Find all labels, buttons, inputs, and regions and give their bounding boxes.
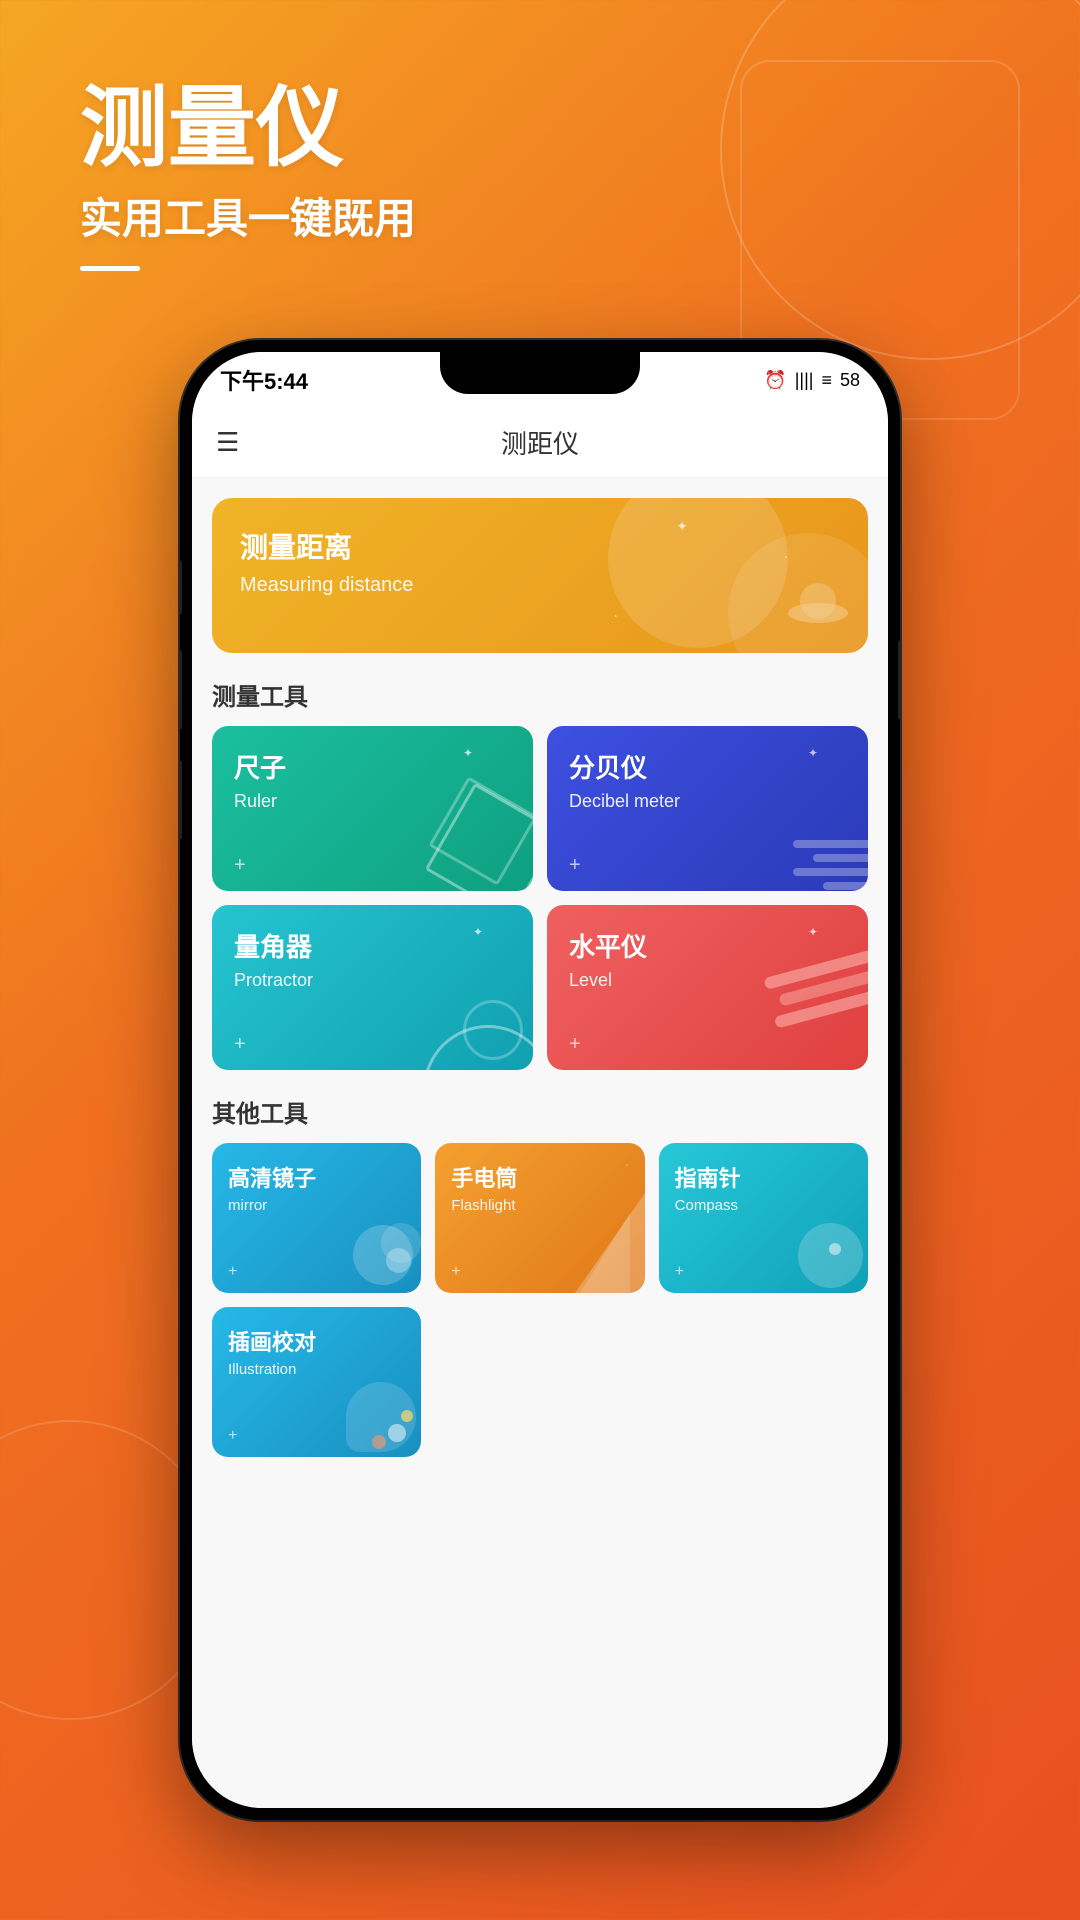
compass-plus: +: [675, 1263, 684, 1281]
empty-slot-1: [435, 1307, 644, 1457]
mirror-sub: mirror: [228, 1197, 405, 1214]
status-time: 下午5:44: [220, 364, 308, 396]
compass-card[interactable]: 指南针 Compass +: [659, 1143, 868, 1293]
protractor-star: ✦: [473, 925, 483, 939]
level-card[interactable]: 水平仪 Level + ✦: [547, 905, 868, 1070]
protractor-plus: +: [234, 1033, 246, 1056]
alarm-icon: ⏰: [764, 370, 786, 391]
status-icons: ⏰ |||| ≡ 58: [764, 370, 860, 391]
app-content: ✦ · · 测量距离 Measuring distance 测量工具 尺子 Ru…: [192, 478, 888, 1808]
app-title: 测距仪: [501, 424, 579, 461]
protractor-card[interactable]: 量角器 Protractor + ✦: [212, 905, 533, 1070]
compass-dot: [829, 1243, 841, 1255]
notch: [440, 352, 640, 394]
signal-icon: ||||: [795, 370, 814, 391]
mirror-card[interactable]: 高清镜子 mirror +: [212, 1143, 421, 1293]
mirror-title: 高清镜子: [228, 1161, 405, 1193]
protractor-circle: [463, 1000, 523, 1060]
wifi-icon: ≡: [821, 370, 832, 391]
empty-slot-2: [659, 1307, 868, 1457]
section-other-tools: 其他工具: [212, 1094, 868, 1129]
menu-icon[interactable]: ☰: [216, 427, 239, 458]
banner-star1: ✦: [676, 518, 688, 535]
level-icon: [749, 905, 868, 1070]
banner-card[interactable]: ✦ · · 测量距离 Measuring distance: [212, 498, 868, 653]
flashlight-icon2: [580, 1213, 630, 1293]
battery-icon: 58: [840, 370, 860, 391]
header-subtitle: 实用工具一键既用: [80, 185, 416, 246]
ruler-card[interactable]: 尺子 Ruler + ✦: [212, 726, 533, 891]
protractor-title: 量角器: [234, 927, 511, 964]
mirror-plus: +: [228, 1263, 237, 1281]
other-tools-grid-row2: 插画校对 Illustration +: [212, 1307, 868, 1457]
power-button: [898, 640, 900, 720]
ruler-plus: +: [234, 854, 246, 877]
compass-sub: Compass: [675, 1197, 852, 1214]
decibel-star: ✦: [808, 746, 818, 760]
volume-down-button: [180, 760, 182, 840]
flashlight-star: ·: [625, 1159, 629, 1171]
compass-title: 指南针: [675, 1161, 852, 1193]
bg-circle-top: [720, 0, 1080, 360]
header-title: 测量仪: [80, 80, 416, 177]
banner-star2: ·: [613, 607, 618, 623]
flashlight-plus: +: [451, 1263, 460, 1281]
ruler-star: ✦: [463, 746, 473, 760]
measure-tools-grid: 尺子 Ruler + ✦ 分贝仪 Decibel meter + ✦: [212, 726, 868, 1070]
decibel-stripes: [793, 834, 868, 891]
level-plus: +: [569, 1033, 581, 1056]
volume-up-button: [180, 650, 182, 730]
illustration-sub: Illustration: [228, 1361, 405, 1378]
mute-button: [180, 560, 182, 615]
app-header: ☰ 测距仪: [192, 408, 888, 478]
header-section: 测量仪 实用工具一键既用: [80, 80, 416, 271]
illustration-card[interactable]: 插画校对 Illustration +: [212, 1307, 421, 1457]
header-divider: [80, 266, 140, 271]
illustration-plus: +: [228, 1427, 237, 1445]
decibel-plus: +: [569, 854, 581, 877]
banner-icon: [758, 553, 848, 643]
illustration-title: 插画校对: [228, 1325, 405, 1357]
phone-screen: 下午5:44 ⏰ |||| ≡ 58 ☰ 测距仪 ✦ · · 测量距离 M: [192, 352, 888, 1808]
section-measure-tools: 测量工具: [212, 677, 868, 712]
protractor-sub: Protractor: [234, 970, 511, 991]
decibel-title: 分贝仪: [569, 748, 846, 785]
flashlight-card[interactable]: 手电筒 Flashlight + ·: [435, 1143, 644, 1293]
decibel-card[interactable]: 分贝仪 Decibel meter + ✦: [547, 726, 868, 891]
decibel-sub: Decibel meter: [569, 791, 846, 812]
phone-frame: 下午5:44 ⏰ |||| ≡ 58 ☰ 测距仪 ✦ · · 测量距离 M: [180, 340, 900, 1820]
other-tools-grid-row1: 高清镜子 mirror + 手电筒 Flashlight + ·: [212, 1143, 868, 1293]
compass-icon: [798, 1223, 863, 1288]
flashlight-title: 手电筒: [451, 1161, 628, 1193]
